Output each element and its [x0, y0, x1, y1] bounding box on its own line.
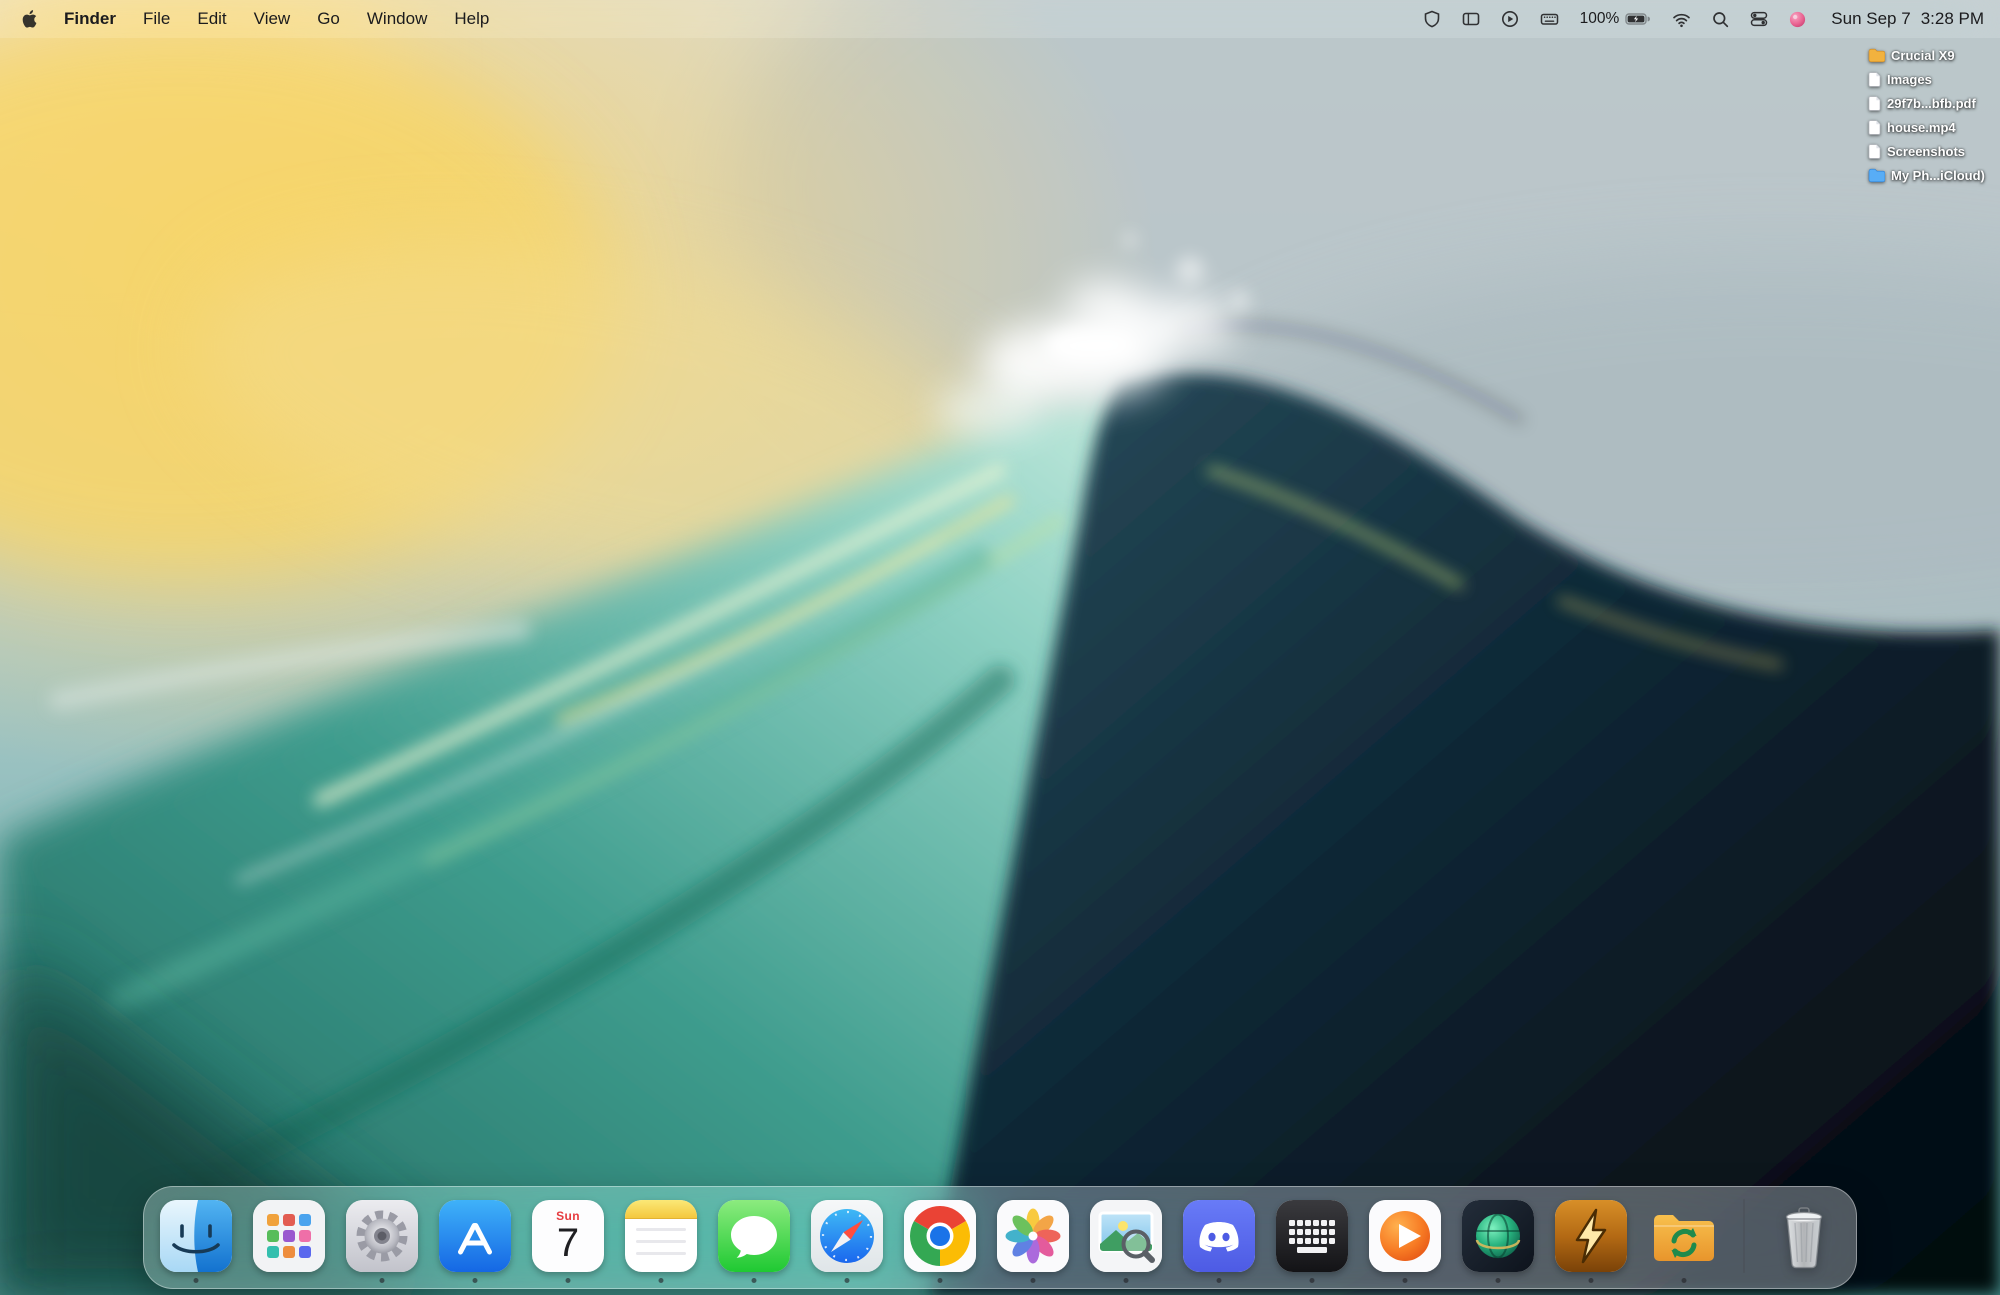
- battery-icon: [1625, 10, 1651, 28]
- desktop-wallpaper: [0, 0, 2000, 1295]
- dock-separator: [1743, 1199, 1745, 1273]
- desktop-item-pdf[interactable]: 29f7b...bfb.pdf: [1868, 95, 1985, 112]
- safari-icon: [811, 1200, 883, 1272]
- running-indicator: [659, 1278, 664, 1283]
- dock-item-trash[interactable]: [1768, 1200, 1840, 1272]
- menu-bar-clock[interactable]: Sun Sep 7 3:28 PM: [1831, 9, 1984, 29]
- dock-item-media-player[interactable]: [1369, 1200, 1441, 1272]
- file-icon: [1868, 144, 1881, 159]
- running-indicator: [194, 1278, 199, 1283]
- spotlight-search-icon[interactable]: [1712, 11, 1729, 28]
- battery-status[interactable]: 100%: [1580, 10, 1652, 28]
- running-indicator: [1310, 1278, 1315, 1283]
- running-indicator: [1217, 1278, 1222, 1283]
- finder-icon: [160, 1200, 232, 1272]
- discord-icon: [1183, 1200, 1255, 1272]
- lightning-app-icon: [1555, 1200, 1627, 1272]
- dock-item-chrome[interactable]: [904, 1200, 976, 1272]
- running-indicator: [845, 1278, 850, 1283]
- running-indicator: [1682, 1278, 1687, 1283]
- desktop-item-label: house.mp4: [1887, 120, 1956, 135]
- dock-item-preview[interactable]: [1090, 1200, 1162, 1272]
- file-icon: [1868, 120, 1881, 135]
- desktop-item-label: Crucial X9: [1891, 48, 1955, 63]
- system-settings-icon: [346, 1200, 418, 1272]
- apple-menu-icon[interactable]: [22, 10, 37, 28]
- file-icon: [1868, 72, 1881, 87]
- app-store-icon: [439, 1200, 511, 1272]
- desktop-item-images[interactable]: Images: [1868, 71, 1985, 88]
- dock-item-launchpad[interactable]: [253, 1200, 325, 1272]
- dock-item-discord[interactable]: [1183, 1200, 1255, 1272]
- dock-item-lightning-app[interactable]: [1555, 1200, 1627, 1272]
- menu-extra-app-icon[interactable]: [1789, 11, 1806, 28]
- desktop-item-my-photos-icloud[interactable]: My Ph...iCloud): [1868, 167, 1985, 184]
- app-menu-title[interactable]: Finder: [64, 9, 116, 29]
- desktop-item-label: Screenshots: [1887, 144, 1965, 159]
- wifi-icon[interactable]: [1672, 11, 1691, 28]
- running-indicator: [1403, 1278, 1408, 1283]
- dock-item-calendar[interactable]: Sun 7: [532, 1200, 604, 1272]
- dock-item-photos[interactable]: [997, 1200, 1069, 1272]
- desktop-icon-list: Crucial X9 Images 29f7b...bfb.pdf house.…: [1868, 47, 1985, 184]
- desktop-item-label: 29f7b...bfb.pdf: [1887, 96, 1976, 111]
- running-indicator: [938, 1278, 943, 1283]
- blue-folder-icon: [1868, 168, 1885, 183]
- dock-item-app-store[interactable]: [439, 1200, 511, 1272]
- chrome-icon: [904, 1200, 976, 1272]
- menu-bar: Finder File Edit View Go Window Help 100…: [0, 0, 2000, 38]
- menu-edit[interactable]: Edit: [197, 9, 226, 29]
- desktop-item-label: My Ph...iCloud): [1891, 168, 1985, 183]
- play-circle-icon[interactable]: [1501, 10, 1519, 28]
- battery-percent: 100%: [1580, 10, 1620, 28]
- desktop-item-screenshots[interactable]: Screenshots: [1868, 143, 1985, 160]
- notes-icon: [625, 1200, 697, 1272]
- running-indicator: [1124, 1278, 1129, 1283]
- globe-app-icon: [1462, 1200, 1534, 1272]
- calendar-day: 7: [557, 1223, 579, 1263]
- menu-window[interactable]: Window: [367, 9, 427, 29]
- launchpad-icon: [253, 1200, 325, 1272]
- messages-icon: [718, 1200, 790, 1272]
- dock-item-keyboard-utility[interactable]: [1276, 1200, 1348, 1272]
- keyboard-icon[interactable]: [1540, 10, 1559, 28]
- dock-item-unarchiver[interactable]: [1648, 1200, 1720, 1272]
- dock: Sun 7: [143, 1186, 1857, 1289]
- calendar-icon: Sun 7: [532, 1200, 604, 1272]
- menu-view[interactable]: View: [254, 9, 291, 29]
- running-indicator: [752, 1278, 757, 1283]
- dock-item-system-settings[interactable]: [346, 1200, 418, 1272]
- running-indicator: [1496, 1278, 1501, 1283]
- yellow-folder-icon: [1868, 48, 1885, 63]
- clock-date: Sun Sep 7: [1831, 9, 1910, 29]
- keyboard-app-icon: [1276, 1200, 1348, 1272]
- running-indicator: [473, 1278, 478, 1283]
- shield-icon[interactable]: [1423, 10, 1441, 28]
- running-indicator: [1031, 1278, 1036, 1283]
- display-window-icon[interactable]: [1462, 10, 1480, 28]
- preview-icon: [1090, 1200, 1162, 1272]
- dock-item-finder[interactable]: [160, 1200, 232, 1272]
- control-center-icon[interactable]: [1750, 10, 1768, 28]
- clock-time: 3:28 PM: [1921, 9, 1984, 29]
- menu-go[interactable]: Go: [317, 9, 340, 29]
- menu-file[interactable]: File: [143, 9, 170, 29]
- dock-item-messages[interactable]: [718, 1200, 790, 1272]
- desktop-item-label: Images: [1887, 72, 1932, 87]
- menu-help[interactable]: Help: [454, 9, 489, 29]
- running-indicator: [1589, 1278, 1594, 1283]
- desktop-item-house-mp4[interactable]: house.mp4: [1868, 119, 1985, 136]
- running-indicator: [566, 1278, 571, 1283]
- media-player-icon: [1369, 1200, 1441, 1272]
- desktop-item-crucial-x9[interactable]: Crucial X9: [1868, 47, 1985, 64]
- photos-icon: [997, 1200, 1069, 1272]
- running-indicator: [380, 1278, 385, 1283]
- dock-item-safari[interactable]: [811, 1200, 883, 1272]
- file-icon: [1868, 96, 1881, 111]
- trash-icon: [1768, 1200, 1840, 1272]
- unarchiver-icon: [1648, 1200, 1720, 1272]
- dock-item-notes[interactable]: [625, 1200, 697, 1272]
- dock-item-globe-app[interactable]: [1462, 1200, 1534, 1272]
